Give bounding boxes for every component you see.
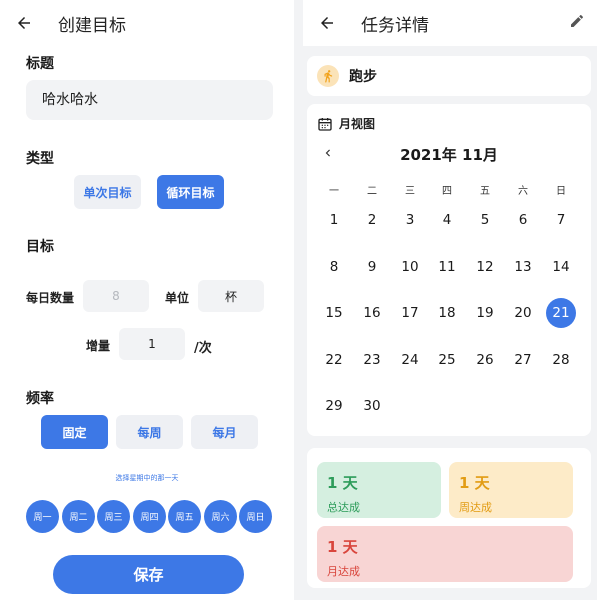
- target-heading: 目标: [26, 239, 54, 255]
- increment-label: 增量: [86, 339, 111, 353]
- calendar-day[interactable]: 6: [508, 205, 538, 235]
- month-achieved-stat: 1 天 月达成: [317, 526, 573, 582]
- calendar-day[interactable]: 3: [395, 205, 425, 235]
- week-achieved-value: 1 天: [459, 474, 490, 492]
- weekday-sun[interactable]: 周日: [239, 500, 272, 533]
- create-goal-panel: 创建目标 标题 哈水哈水 类型 单次目标 循环目标 目标 每日数量 8 单位 杯…: [0, 0, 294, 600]
- weekday-tue[interactable]: 周二: [62, 500, 95, 533]
- calendar-day[interactable]: 27: [508, 345, 538, 375]
- type-option-recurring[interactable]: 循环目标: [157, 175, 224, 209]
- month-achieved-label: 月达成: [327, 565, 360, 578]
- calendar-day[interactable]: 25: [432, 345, 462, 375]
- frequency-option-monthly[interactable]: 每月: [191, 415, 258, 449]
- unit-input[interactable]: 杯: [198, 280, 264, 312]
- calendar-day[interactable]: 14: [546, 252, 576, 282]
- week-achieved-label: 周达成: [459, 501, 492, 514]
- calendar-day[interactable]: 30: [357, 391, 387, 421]
- calendar-day[interactable]: 26: [470, 345, 500, 375]
- task-card: 跑步: [307, 56, 591, 96]
- title-input[interactable]: 哈水哈水: [26, 80, 273, 120]
- frequency-option-weekly[interactable]: 每周: [116, 415, 183, 449]
- weekday-header: 三: [405, 186, 415, 197]
- calendar-day[interactable]: 10: [395, 252, 425, 282]
- weekday-header: 四: [442, 186, 452, 197]
- save-button[interactable]: 保存: [53, 555, 244, 594]
- type-heading: 类型: [26, 151, 54, 167]
- page-title: 任务详情: [361, 15, 429, 36]
- edit-pencil-icon[interactable]: [569, 13, 587, 31]
- back-arrow-icon[interactable]: [12, 11, 36, 35]
- weekday-hint: 选择星期中的那一天: [115, 474, 179, 482]
- calendar-day[interactable]: 7: [546, 205, 576, 235]
- calendar-day[interactable]: 28: [546, 345, 576, 375]
- unit-label: 单位: [165, 291, 190, 305]
- week-achieved-stat: 1 天 周达成: [449, 462, 573, 518]
- calendar-day[interactable]: 1: [319, 205, 349, 235]
- calendar-day[interactable]: 5: [470, 205, 500, 235]
- calendar-icon: [318, 117, 332, 131]
- calendar-section-header: 月视图: [317, 115, 375, 132]
- calendar-day[interactable]: 22: [319, 345, 349, 375]
- calendar-day[interactable]: 12: [470, 252, 500, 282]
- task-detail-appbar: 任务详情: [303, 0, 597, 46]
- weekday-header: 五: [480, 186, 490, 197]
- page-title: 创建目标: [58, 15, 126, 36]
- calendar-day[interactable]: 11: [432, 252, 462, 282]
- total-achieved-label: 总达成: [327, 501, 360, 514]
- weekday-header: 日: [556, 186, 566, 197]
- weekday-sat[interactable]: 周六: [204, 500, 237, 533]
- daily-count-input[interactable]: 8: [83, 280, 149, 312]
- calendar-day[interactable]: 2: [357, 205, 387, 235]
- calendar-day[interactable]: 29: [319, 391, 349, 421]
- weekday-header: 六: [518, 186, 528, 197]
- weekday-fri[interactable]: 周五: [168, 500, 201, 533]
- month-achieved-value: 1 天: [327, 538, 358, 556]
- calendar-day[interactable]: 8: [319, 252, 349, 282]
- calendar-card: 月视图 2021年 11月 一二三四五六日 1 2 3 4 5 6 7 8 9 10 11 12 13 14…: [307, 104, 591, 436]
- calendar-day[interactable]: 9: [357, 252, 387, 282]
- frequency-heading: 频率: [26, 391, 54, 407]
- calendar-day[interactable]: 18: [432, 298, 462, 328]
- back-arrow-icon[interactable]: [315, 11, 339, 35]
- stats-card: 1 天 总达成 1 天 周达成 1 天 月达成: [307, 448, 591, 588]
- calendar-day[interactable]: 17: [395, 298, 425, 328]
- task-detail-panel: 任务详情 跑步 月视图 2021年 11月 一二三四五六日 1 2 3 4 5 6 7 8 9 10…: [303, 0, 597, 600]
- calendar-day-selected[interactable]: 21: [546, 298, 576, 328]
- weekday-mon[interactable]: 周一: [26, 500, 59, 533]
- weekday-header: 一: [329, 186, 339, 197]
- calendar-day[interactable]: 20: [508, 298, 538, 328]
- create-goal-appbar: 创建目标: [0, 0, 294, 46]
- calendar-section-label: 月视图: [339, 117, 376, 131]
- month-title: 2021年 11月: [400, 146, 498, 164]
- calendar-day[interactable]: 23: [357, 345, 387, 375]
- increment-input[interactable]: 1: [119, 328, 185, 360]
- total-achieved-value: 1 天: [327, 474, 358, 492]
- calendar-day[interactable]: 4: [432, 205, 462, 235]
- frequency-option-fixed[interactable]: 固定: [41, 415, 108, 449]
- month-navigation: 2021年 11月: [307, 142, 591, 166]
- increment-suffix: /次: [194, 341, 212, 356]
- weekday-thu[interactable]: 周四: [133, 500, 166, 533]
- daily-count-label: 每日数量: [26, 291, 75, 305]
- calendar-day[interactable]: 15: [319, 298, 349, 328]
- calendar-day[interactable]: 16: [357, 298, 387, 328]
- calendar-day[interactable]: 19: [470, 298, 500, 328]
- calendar-day[interactable]: 13: [508, 252, 538, 282]
- title-heading: 标题: [26, 56, 54, 72]
- running-icon: [317, 65, 339, 87]
- calendar-day[interactable]: 24: [395, 345, 425, 375]
- weekday-header: 二: [367, 186, 377, 197]
- weekday-wed[interactable]: 周三: [97, 500, 130, 533]
- type-option-single[interactable]: 单次目标: [74, 175, 141, 209]
- total-achieved-stat: 1 天 总达成: [317, 462, 441, 518]
- task-name: 跑步: [349, 69, 377, 85]
